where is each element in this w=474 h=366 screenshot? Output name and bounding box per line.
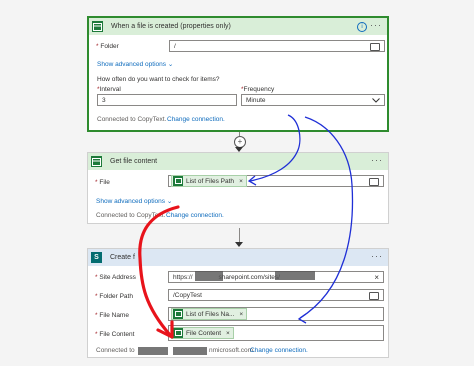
blue-arrowhead <box>297 313 307 324</box>
annotation-arrows <box>138 114 354 339</box>
red-annotation-arrow <box>138 205 180 337</box>
blue-annotation-arrow <box>299 116 354 319</box>
blue-annotation-arrow <box>249 114 301 182</box>
